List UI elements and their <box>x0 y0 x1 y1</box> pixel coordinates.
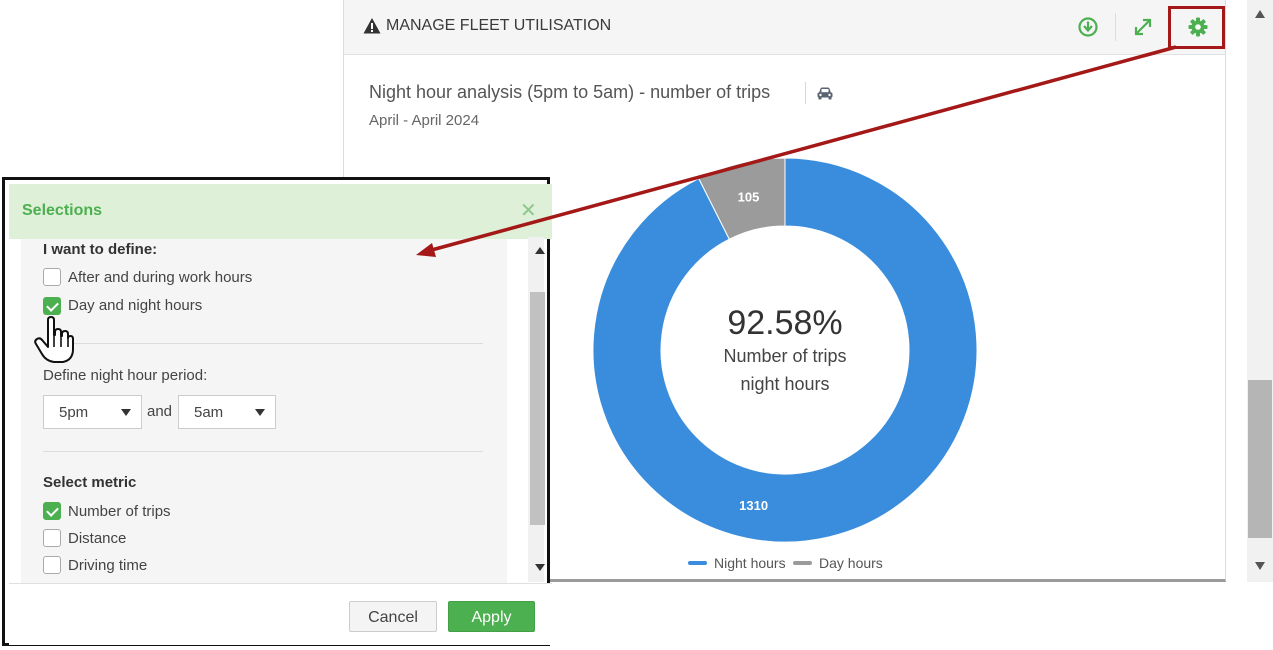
scroll-up-arrow[interactable] <box>1255 10 1265 18</box>
scroll-down-arrow[interactable] <box>1255 562 1265 570</box>
close-icon[interactable]: ✕ <box>520 198 537 223</box>
data-label: 105 <box>738 189 760 204</box>
metric-number-of-trips-label: Number of trips <box>68 503 171 520</box>
dialog-scroll-down-arrow[interactable] <box>535 564 545 571</box>
night-end-value: 5am <box>194 404 224 421</box>
checkbox-driving-time[interactable] <box>43 556 61 574</box>
legend-item[interactable]: Day hours <box>819 555 883 571</box>
center-label-line1: Number of trips <box>723 346 846 366</box>
center-label-line2: night hours <box>740 374 829 394</box>
cancel-button[interactable]: Cancel <box>349 601 437 632</box>
and-label: and <box>147 403 173 420</box>
night-start-select[interactable]: 5pm <box>43 395 142 429</box>
dialog-title: Selections <box>22 202 103 219</box>
metric-driving-time-label: Driving time <box>68 557 148 574</box>
apply-button[interactable]: Apply <box>448 601 535 632</box>
define-label: I want to define: <box>43 241 158 258</box>
option-day-night-hours-label: Day and night hours <box>68 297 203 314</box>
checkbox-number-of-trips[interactable] <box>43 502 61 520</box>
dialog-scrollbar-thumb[interactable] <box>530 292 545 525</box>
legend-item[interactable]: Night hours <box>714 555 786 571</box>
data-label: 1310 <box>739 498 768 513</box>
night-end-select[interactable]: 5am <box>178 395 276 429</box>
checkbox-day-night-hours[interactable] <box>43 297 61 315</box>
night-period-label: Define night hour period: <box>43 367 208 384</box>
section-divider <box>43 343 483 344</box>
section-divider <box>43 451 483 452</box>
page-scrollbar-thumb[interactable] <box>1248 380 1272 538</box>
checkbox-distance[interactable] <box>43 529 61 547</box>
chevron-down-icon <box>121 409 131 416</box>
dialog-scroll-up-arrow[interactable] <box>535 247 545 254</box>
dialog-header: Selections ✕ <box>9 184 552 239</box>
center-percent: 92.58% <box>727 304 842 342</box>
legend-swatch <box>793 561 812 565</box>
metric-label: Select metric <box>43 474 137 491</box>
checkbox-after-work-hours[interactable] <box>43 268 61 286</box>
night-start-value: 5pm <box>59 404 89 421</box>
chevron-down-icon <box>255 409 265 416</box>
hand-cursor-icon <box>34 316 74 363</box>
highlight-box <box>1168 6 1225 49</box>
metric-distance-label: Distance <box>68 530 127 547</box>
option-after-work-hours-label: After and during work hours <box>68 269 253 286</box>
legend-swatch <box>688 561 707 565</box>
